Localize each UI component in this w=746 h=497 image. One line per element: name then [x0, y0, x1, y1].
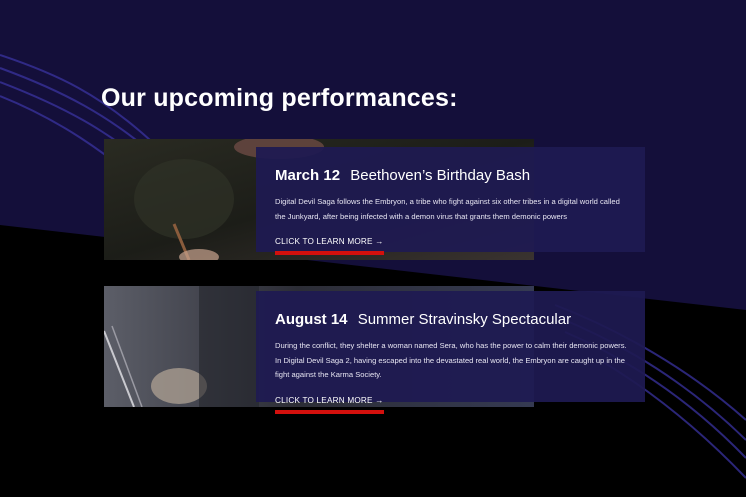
performance-card: August 14 Summer Stravinsky Spectacular …: [256, 291, 645, 414]
performance-description: Digital Devil Saga follows the Embryon, …: [275, 197, 620, 221]
performance-name: Beethoven’s Birthday Bash: [350, 167, 531, 184]
performance-date: August 14: [275, 311, 348, 328]
performance-date: March 12: [275, 167, 341, 184]
card-title: August 14 Summer Stravinsky Spectacular: [275, 311, 627, 329]
performance-name: Summer Stravinsky Spectacular: [357, 311, 572, 328]
learn-more-link[interactable]: CLICK TO LEARN MORE →: [275, 396, 384, 414]
card-title: March 12 Beethoven’s Birthday Bash: [275, 167, 627, 185]
performance-description: During the conflict, they shelter a woma…: [275, 341, 627, 379]
performance-card: March 12 Beethoven’s Birthday Bash Digit…: [256, 147, 645, 255]
section-heading: Our upcoming performances:: [101, 84, 458, 112]
learn-more-link[interactable]: CLICK TO LEARN MORE →: [275, 237, 384, 255]
